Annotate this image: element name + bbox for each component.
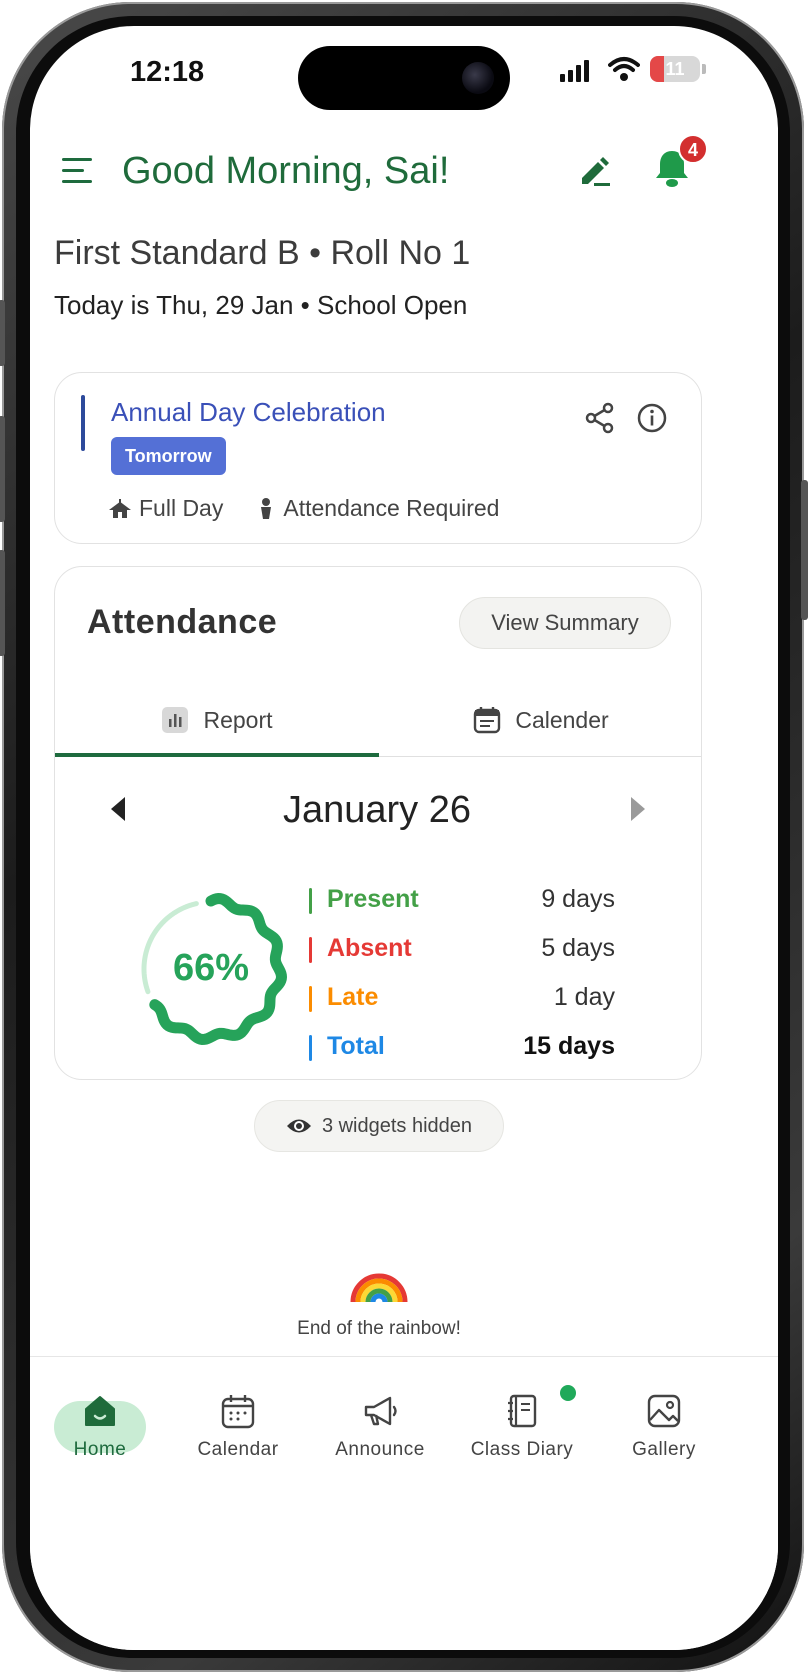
stat-bar: [309, 1035, 312, 1061]
bottom-nav: Home Calendar Announce Class Diary Galle…: [30, 1356, 778, 1650]
hidden-widgets-label: 3 widgets hidden: [321, 1114, 473, 1137]
tab-report-label: Report: [203, 706, 273, 733]
view-summary-button[interactable]: View Summary: [459, 597, 671, 649]
diary-icon: [508, 1394, 537, 1428]
megaphone-icon: [364, 1396, 397, 1426]
nav-gallery[interactable]: Gallery: [594, 1377, 734, 1477]
notification-badge: 4: [678, 134, 708, 164]
dynamic-island: [298, 46, 510, 110]
nav-announce[interactable]: Announce: [310, 1377, 450, 1477]
camera-icon: [462, 62, 494, 94]
power-button: [801, 480, 808, 620]
tab-calender[interactable]: Calender: [379, 683, 701, 757]
stat-label: Late: [327, 983, 379, 1011]
app-screen: 12:18 11 Good Morning, Sai! 4 First Stan…: [30, 26, 778, 1650]
attendance-title: Attendance: [87, 603, 278, 641]
nav-home[interactable]: Home: [30, 1377, 170, 1477]
previous-month-icon[interactable]: [111, 797, 125, 821]
nav-calendar-label: Calendar: [197, 1439, 279, 1460]
diary-unread-dot: [560, 1385, 576, 1401]
battery-level: 11: [665, 59, 685, 79]
event-accent-bar: [81, 395, 85, 451]
signal-icon: [560, 60, 589, 82]
school-icon: [109, 498, 131, 518]
bar-chart-icon: [162, 707, 189, 733]
stat-row-late: Late 1 day: [309, 979, 615, 1019]
nav-gallery-label: Gallery: [632, 1439, 696, 1460]
event-card[interactable]: Annual Day Celebration Tomorrow Full Day: [54, 372, 702, 544]
event-title[interactable]: Annual Day Celebration: [111, 397, 386, 428]
wifi-icon: [608, 57, 640, 81]
stat-label: Absent: [327, 934, 412, 962]
stat-value: 9 days: [541, 885, 615, 913]
stat-bar: [309, 986, 312, 1012]
calendar-icon: [474, 707, 501, 734]
volume-up-button: [0, 416, 5, 522]
rainbow-icon: [350, 1273, 408, 1303]
stat-row-total: Total 15 days: [309, 1028, 615, 1068]
home-icon: [85, 1396, 115, 1426]
hidden-widgets-button[interactable]: 3 widgets hidden: [254, 1100, 504, 1152]
status-time: 12:18: [130, 56, 205, 88]
event-tag: Tomorrow: [111, 437, 226, 475]
stat-bar: [309, 888, 312, 914]
eye-icon: [286, 1119, 311, 1133]
stat-bar: [309, 937, 312, 963]
date-status-line: Today is Thu, 29 Jan • School Open: [54, 290, 468, 320]
event-attendance-note: Attendance Required: [283, 495, 500, 521]
stat-label: Present: [327, 885, 419, 913]
event-duration: Full Day: [139, 495, 224, 521]
month-label: January 26: [282, 789, 471, 831]
battery-icon: 11: [650, 56, 700, 82]
stat-row-absent: Absent 5 days: [309, 930, 615, 970]
gallery-icon: [647, 1394, 681, 1428]
stat-value: 5 days: [541, 934, 615, 962]
action-button: [0, 300, 5, 366]
nav-class-diary-label: Class Diary: [470, 1439, 574, 1460]
tab-report[interactable]: Report: [55, 683, 379, 757]
class-roll-line: First Standard B • Roll No 1: [54, 234, 471, 272]
greeting-title: Good Morning, Sai!: [122, 150, 450, 192]
stat-value: 15 days: [523, 1032, 615, 1060]
battery-tip: [702, 64, 706, 74]
nav-announce-label: Announce: [335, 1439, 425, 1460]
tab-active-indicator: [55, 753, 379, 757]
stat-value: 1 day: [553, 983, 615, 1011]
event-meta: Full Day Attendance Required: [109, 495, 499, 522]
stat-label: Total: [327, 1032, 385, 1060]
menu-icon[interactable]: [62, 158, 92, 191]
attendance-card: Attendance View Summary Report Calender: [54, 566, 702, 1080]
info-icon[interactable]: [635, 401, 669, 435]
share-icon[interactable]: [583, 401, 617, 435]
nav-home-label: Home: [73, 1439, 127, 1460]
pencil-icon: [582, 157, 610, 186]
end-of-feed-text: End of the rainbow!: [297, 1318, 461, 1339]
tab-calender-label: Calender: [515, 706, 609, 733]
next-month-icon[interactable]: [631, 797, 645, 821]
edit-button[interactable]: [572, 148, 616, 192]
nav-calendar[interactable]: Calendar: [168, 1377, 308, 1477]
stat-row-present: Present 9 days: [309, 881, 615, 921]
person-badge-icon: [261, 497, 272, 519]
volume-down-button: [0, 550, 5, 656]
attendance-percent: 66%: [172, 947, 250, 989]
calendar-icon: [221, 1395, 255, 1429]
